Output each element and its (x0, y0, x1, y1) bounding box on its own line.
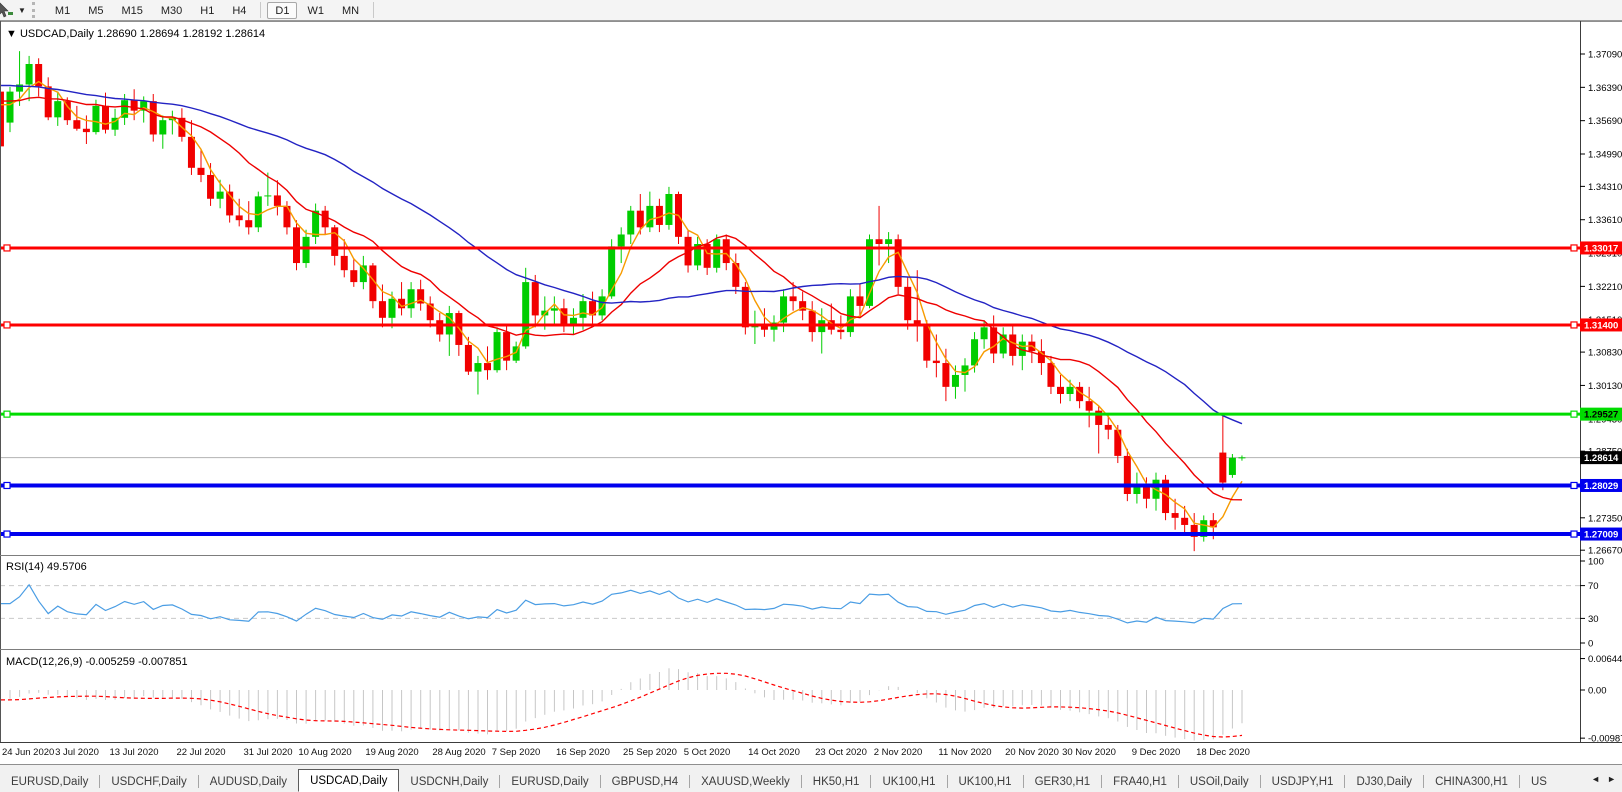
timeframe-button-H4[interactable]: H4 (224, 2, 254, 19)
timeframe-button-H1[interactable]: H1 (192, 2, 222, 19)
chart-tab-USDJPY-H1[interactable]: USDJPY,H1 (1261, 772, 1345, 792)
chart-tab-XAUUSD-Weekly[interactable]: XAUUSD,Weekly (690, 772, 801, 792)
date-label: 28 Aug 2020 (432, 747, 486, 758)
svg-text:1.27009: 1.27009 (1584, 530, 1618, 541)
date-label: 3 Jul 2020 (55, 747, 99, 758)
cursor-tool-icon[interactable] (0, 2, 18, 18)
macd-label: MACD(12,26,9) -0.005259 -0.007851 (6, 656, 188, 668)
chart-tab-USDCNH-Daily[interactable]: USDCNH,Daily (399, 772, 499, 792)
chart-tab-DJ30-Daily[interactable]: DJ30,Daily (1345, 772, 1423, 792)
svg-text:1.30130: 1.30130 (1588, 381, 1622, 392)
chart-tab-UK100-H1[interactable]: UK100,H1 (948, 772, 1023, 792)
svg-text:1.37090: 1.37090 (1588, 50, 1622, 61)
chart-tab-EURUSD-Daily[interactable]: EURUSD,Daily (0, 772, 99, 792)
svg-text:-0.009871: -0.009871 (1588, 734, 1622, 743)
timeframe-button-W1[interactable]: W1 (299, 2, 332, 19)
chart-tab-FRA40-H1[interactable]: FRA40,H1 (1102, 772, 1178, 792)
hline-price-label: 1.27009 (1580, 527, 1622, 541)
toolbar-gripper[interactable] (31, 2, 40, 18)
toolbar: ▼ M1 M5 M15 M30 H1 H4 D1 W1 MN (0, 0, 1622, 21)
date-label: 16 Sep 2020 (556, 747, 610, 758)
date-label: 11 Nov 2020 (938, 747, 992, 758)
hline-price-label: 1.28029 (1580, 478, 1622, 492)
chart-canvas[interactable]: 1.37090 1.36390 1.35690 1.34990 1.34310 1.336… (0, 21, 1622, 743)
chart-tab-HK50-H1[interactable]: HK50,H1 (802, 772, 871, 792)
date-label: 18 Dec 2020 (1196, 747, 1250, 758)
timeframe-button-M15[interactable]: M15 (113, 2, 150, 19)
chart-tab-CHINA300-H1[interactable]: CHINA300,H1 (1424, 772, 1519, 792)
chart-tab-USOil-Daily[interactable]: USOil,Daily (1179, 772, 1260, 792)
date-label: 25 Sep 2020 (623, 747, 677, 758)
tab-scroll-buttons: ◄ ► (1585, 765, 1622, 792)
date-label: 30 Nov 2020 (1062, 747, 1116, 758)
svg-text:1.32210: 1.32210 (1588, 282, 1622, 293)
cursor-tool-caret-icon[interactable]: ▼ (18, 6, 26, 15)
svg-text:1.30830: 1.30830 (1588, 348, 1622, 359)
date-label: 23 Oct 2020 (815, 747, 867, 758)
chart-tabs-bar: EURUSD,Daily USDCHF,Daily AUDUSD,Daily USDC… (0, 764, 1622, 792)
svg-text:1.33017: 1.33017 (1584, 243, 1618, 254)
date-label: 7 Sep 2020 (491, 747, 541, 758)
svg-text:70: 70 (1588, 581, 1599, 592)
bid-price-label: 1.28614 (1580, 451, 1622, 465)
svg-text:30: 30 (1588, 614, 1599, 625)
chart-tab-US[interactable]: US (1520, 772, 1547, 792)
tab-scroll-right-icon[interactable]: ► (1607, 774, 1616, 784)
date-axis[interactable]: 24 Jun 2020 3 Jul 2020 13 Jul 2020 22 Jul 2… (0, 743, 1622, 764)
hline-price-label: 1.33017 (1580, 241, 1622, 255)
chart-title[interactable]: ▼ USDCAD,Daily 1.28690 1.28694 1.28192 1… (6, 28, 265, 40)
date-label: 9 Dec 2020 (1131, 747, 1181, 758)
hline-price-label: 1.29527 (1580, 407, 1622, 421)
date-label: 14 Oct 2020 (748, 747, 800, 758)
date-label: 24 Jun 2020 (2, 747, 55, 758)
date-label: 20 Nov 2020 (1005, 747, 1059, 758)
toolbar-separator (373, 2, 375, 18)
svg-text:1.35690: 1.35690 (1588, 116, 1622, 127)
timeframe-button-MN[interactable]: MN (334, 2, 367, 19)
timeframe-button-M5[interactable]: M5 (80, 2, 111, 19)
chart-tab-AUDUSD-Daily[interactable]: AUDUSD,Daily (199, 772, 298, 792)
svg-text:1.33610: 1.33610 (1588, 215, 1622, 226)
date-label: 5 Oct 2020 (683, 747, 731, 758)
timeframe-button-M1[interactable]: M1 (47, 2, 78, 19)
chart-tab-GBPUSD-H4[interactable]: GBPUSD,H4 (601, 772, 689, 792)
svg-text:0.006444: 0.006444 (1588, 654, 1622, 665)
date-label: 2 Nov 2020 (873, 747, 923, 758)
date-label: 13 Jul 2020 (109, 747, 159, 758)
date-label: 22 Jul 2020 (176, 747, 226, 758)
toolbar-separator (260, 2, 262, 18)
timeframe-button-D1[interactable]: D1 (267, 1, 298, 19)
svg-text:1.34310: 1.34310 (1588, 182, 1622, 193)
hline-price-label: 1.31400 (1580, 318, 1622, 332)
svg-text:1.28029: 1.28029 (1584, 481, 1618, 492)
svg-text:1.28614: 1.28614 (1584, 453, 1619, 464)
svg-text:1.26670: 1.26670 (1588, 546, 1622, 557)
mt4-terminal-window: ▼ M1 M5 M15 M30 H1 H4 D1 W1 MN 1.37090 1.36390 1.3… (0, 0, 1622, 792)
date-label: 19 Aug 2020 (365, 747, 419, 758)
chart-tab-EURUSD-Daily[interactable]: EURUSD,Daily (500, 772, 599, 792)
timeframe-button-group: M1 M5 M15 M30 H1 H4 D1 W1 MN (46, 1, 379, 19)
chart-tab-USDCHF-Daily[interactable]: USDCHF,Daily (100, 772, 197, 792)
svg-text:1.29527: 1.29527 (1584, 410, 1618, 421)
chart-tab-GER30-H1[interactable]: GER30,H1 (1024, 772, 1102, 792)
tab-scroll-left-icon[interactable]: ◄ (1591, 774, 1600, 784)
svg-text:100: 100 (1588, 557, 1604, 568)
chart-tab-USDCAD-Daily[interactable]: USDCAD,Daily (298, 769, 400, 792)
svg-text:1.27350: 1.27350 (1588, 513, 1622, 524)
chart-tab-UK100-H1[interactable]: UK100,H1 (871, 772, 946, 792)
date-label: 31 Jul 2020 (243, 747, 293, 758)
rsi-label: RSI(14) 49.5706 (6, 561, 87, 573)
date-label: 10 Aug 2020 (298, 747, 352, 758)
svg-text:0.00: 0.00 (1588, 686, 1607, 697)
svg-text:1.34990: 1.34990 (1588, 150, 1622, 161)
svg-text:0: 0 (1588, 639, 1593, 650)
chart-background (0, 21, 1622, 743)
timeframe-button-M30[interactable]: M30 (153, 2, 190, 19)
svg-text:1.36390: 1.36390 (1588, 83, 1622, 94)
svg-text:1.31400: 1.31400 (1584, 320, 1618, 331)
